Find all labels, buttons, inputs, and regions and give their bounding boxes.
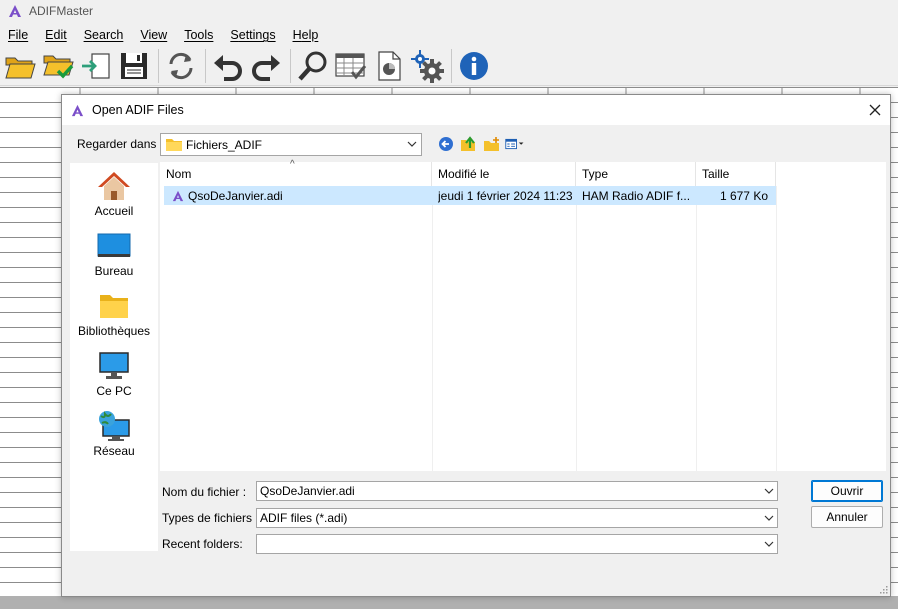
filetype-select[interactable]: ADIF files (*.adi) — [256, 508, 778, 528]
toolbar — [0, 46, 898, 86]
place-libraries[interactable]: Bibliothèques — [70, 287, 158, 347]
info-icon[interactable] — [456, 48, 492, 84]
toolbar-separator — [158, 48, 159, 83]
file-list: ^ Nom Modifié le Type Taille QsoDeJanvie… — [160, 159, 886, 471]
open-file-dialog: Open ADIF Files Regarder dans : Fichiers… — [61, 94, 891, 597]
menu-search[interactable]: Search — [80, 28, 128, 42]
folder-icon — [166, 139, 182, 151]
place-label: Accueil — [94, 204, 134, 218]
place-desktop[interactable]: Bureau — [70, 227, 158, 287]
open-verified-icon[interactable] — [40, 48, 76, 84]
desktop-icon — [96, 229, 132, 263]
table-check-icon[interactable] — [333, 48, 369, 84]
cancel-button[interactable]: Annuler — [811, 506, 883, 528]
column-header-size[interactable]: Taille — [696, 162, 776, 186]
file-name-cell: QsoDeJanvier.adi — [172, 186, 432, 205]
report-icon[interactable] — [371, 48, 407, 84]
toolbar-separator — [205, 48, 206, 83]
menubar: File Edit Search View Tools Settings Hel… — [0, 24, 898, 46]
computer-icon — [96, 349, 132, 383]
resize-grip-icon[interactable] — [878, 584, 888, 594]
dialog-title: Open ADIF Files — [92, 103, 184, 117]
adif-file-icon — [172, 190, 184, 201]
file-list-header: ^ Nom Modifié le Type Taille — [160, 159, 886, 186]
place-network[interactable]: Réseau — [70, 407, 158, 467]
column-divider — [576, 186, 577, 471]
place-label: Bureau — [94, 264, 134, 278]
back-icon[interactable] — [436, 135, 456, 153]
app-titlebar: ADIFMaster — [0, 0, 898, 22]
look-in-dropdown[interactable]: Fichiers_ADIF — [160, 133, 422, 156]
navigation-toolbar — [436, 135, 528, 153]
file-size: 1 677 Ko — [719, 188, 768, 203]
place-this-pc[interactable]: Ce PC — [70, 347, 158, 407]
column-header-name[interactable]: Nom — [160, 162, 432, 186]
place-label: Ce PC — [96, 384, 132, 398]
chevron-down-icon — [764, 515, 774, 521]
look-in-label: Regarder dans : — [77, 137, 164, 151]
menu-settings[interactable]: Settings — [226, 28, 279, 42]
file-modified: jeudi 1 février 2024 11:23 — [438, 188, 573, 203]
filetype-label: Types de fichiers : — [162, 511, 259, 525]
look-in-value: Fichiers_ADIF — [186, 137, 263, 152]
libraries-folder-icon — [96, 289, 132, 323]
menu-edit[interactable]: Edit — [41, 28, 71, 42]
column-divider — [696, 186, 697, 471]
filetype-value: ADIF files (*.adi) — [260, 511, 348, 525]
recent-folders-label: Recent folders: — [162, 537, 243, 551]
filename-input[interactable]: QsoDeJanvier.adi — [256, 481, 778, 501]
column-divider — [432, 186, 433, 471]
save-icon[interactable] — [116, 48, 152, 84]
home-icon — [96, 169, 132, 203]
dialog-titlebar: Open ADIF Files — [62, 95, 890, 125]
open-button[interactable]: Ouvrir — [811, 480, 883, 502]
refresh-icon[interactable] — [163, 48, 199, 84]
import-icon[interactable] — [78, 48, 114, 84]
chevron-down-icon — [407, 141, 417, 147]
new-folder-icon[interactable] — [482, 135, 502, 153]
place-label: Bibliothèques — [77, 324, 151, 338]
app-title: ADIFMaster — [29, 4, 94, 18]
recent-folders-select[interactable] — [256, 534, 778, 554]
undo-icon[interactable] — [210, 48, 246, 84]
view-menu-icon[interactable] — [505, 135, 525, 153]
adifmaster-logo-icon — [9, 5, 21, 17]
menu-file[interactable]: File — [4, 28, 32, 42]
places-bar: Accueil Bureau Bibliothèques Ce PC Résea… — [70, 163, 158, 551]
close-icon[interactable] — [866, 101, 884, 119]
place-label: Réseau — [93, 444, 135, 458]
log-grid-scroll-area — [0, 596, 898, 609]
menu-help[interactable]: Help — [289, 28, 323, 42]
column-divider — [776, 186, 777, 471]
file-name: QsoDeJanvier.adi — [188, 188, 283, 203]
chevron-down-icon[interactable] — [764, 486, 774, 496]
network-icon — [96, 409, 132, 443]
place-home[interactable]: Accueil — [70, 167, 158, 227]
open-folder-icon[interactable] — [2, 48, 38, 84]
toolbar-separator — [290, 48, 291, 83]
filename-value: QsoDeJanvier.adi — [260, 484, 355, 498]
file-type: HAM Radio ADIF f... — [582, 188, 691, 203]
column-header-type[interactable]: Type — [576, 162, 696, 186]
toolbar-separator — [451, 48, 452, 83]
redo-icon[interactable] — [248, 48, 284, 84]
adifmaster-logo-icon — [71, 104, 84, 116]
up-folder-icon[interactable] — [459, 135, 479, 153]
filename-label: Nom du fichier : — [162, 485, 247, 499]
search-icon[interactable] — [295, 48, 331, 84]
settings-icon[interactable] — [409, 48, 445, 84]
file-row[interactable]: QsoDeJanvier.adi jeudi 1 février 2024 11… — [164, 186, 776, 205]
menu-tools[interactable]: Tools — [180, 28, 217, 42]
menu-view[interactable]: View — [136, 28, 171, 42]
column-header-modified[interactable]: Modifié le — [432, 162, 576, 186]
chevron-down-icon — [764, 541, 774, 547]
look-in-row: Regarder dans : Fichiers_ADIF — [62, 131, 890, 157]
